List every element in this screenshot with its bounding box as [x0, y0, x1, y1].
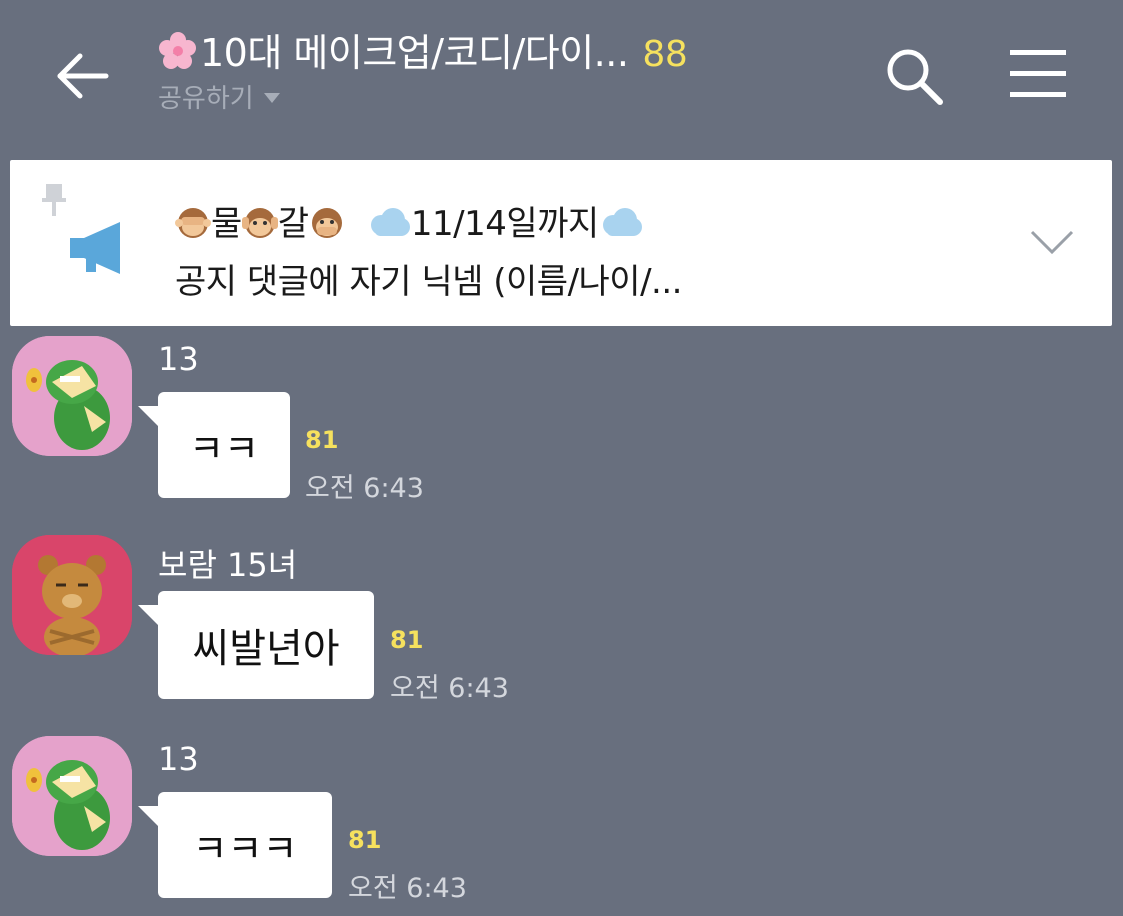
share-label: 공유하기 — [158, 84, 254, 114]
back-button[interactable] — [50, 44, 114, 108]
sender-name: 13 — [158, 740, 199, 778]
green-dino-avatar-icon — [12, 336, 132, 456]
message-bubble[interactable]: 씨발년아 — [138, 591, 374, 699]
search-icon — [887, 49, 943, 105]
sender-name: 13 — [158, 340, 199, 378]
cloud-icon — [370, 208, 410, 236]
notice-line-1: 물 갈 11/14일까지 — [175, 196, 643, 245]
search-button[interactable] — [880, 42, 948, 110]
menu-button[interactable] — [1006, 46, 1070, 102]
cherry-blossom-icon — [159, 32, 196, 69]
chevron-down-icon — [1030, 230, 1074, 255]
message-time: 오전 6:43 — [305, 473, 424, 504]
back-arrow-icon — [57, 53, 109, 99]
message-text: ㅋㅋㅋ — [192, 826, 298, 871]
chat-title-text: 10대 메이크업/코디/다이... — [200, 31, 629, 75]
unread-count: 81 — [390, 626, 424, 654]
avatar[interactable] — [12, 535, 132, 655]
avatar[interactable] — [12, 736, 132, 856]
megaphone-icon — [70, 222, 120, 274]
cloud-icon — [602, 208, 642, 236]
notice-word-2: 갈 — [277, 204, 309, 244]
unread-count: 81 — [348, 826, 382, 854]
unread-count: 81 — [305, 426, 339, 454]
message-time: 오전 6:43 — [348, 873, 467, 904]
share-dropdown[interactable]: 공유하기 — [158, 78, 280, 115]
sender-name: 보람 15녀 — [158, 546, 298, 584]
message-text: 씨발년아 — [192, 626, 340, 672]
message-bubble[interactable]: ㅋㅋㅋ — [138, 792, 332, 898]
see-no-evil-monkey-icon — [175, 208, 211, 238]
chat-header: 10대 메이크업/코디/다이... 88 공유하기 — [0, 0, 1123, 150]
pin-icon — [42, 184, 66, 216]
bear-avatar-icon — [12, 535, 132, 655]
message-time: 오전 6:43 — [390, 673, 509, 704]
speak-no-evil-monkey-icon — [311, 208, 342, 238]
avatar[interactable] — [12, 336, 132, 456]
pinned-notice[interactable]: 물 갈 11/14일까지 공지 댓글에 자기 닉넴 (이름/나이/... — [10, 160, 1112, 326]
notice-line-2: 공지 댓글에 자기 닉넴 (이름/나이/... — [175, 262, 682, 302]
hear-no-evil-monkey-icon — [241, 208, 278, 238]
member-count: 88 — [642, 34, 688, 75]
expand-notice-button[interactable] — [1022, 222, 1082, 262]
notice-date-text: 11/14일까지 — [410, 204, 599, 244]
message-bubble[interactable]: ㅋㅋ — [138, 392, 290, 498]
green-dino-avatar-icon — [12, 736, 132, 856]
chat-screen: 10대 메이크업/코디/다이... 88 공유하기 물 갈 11/14일까지 공… — [0, 0, 1123, 916]
hamburger-menu-icon — [1010, 50, 1066, 97]
chat-title[interactable]: 10대 메이크업/코디/다이... 88 — [158, 22, 688, 77]
notice-word-1: 물 — [211, 204, 242, 244]
dropdown-caret-icon — [263, 93, 280, 103]
message-text: ㅋㅋ — [189, 426, 259, 471]
